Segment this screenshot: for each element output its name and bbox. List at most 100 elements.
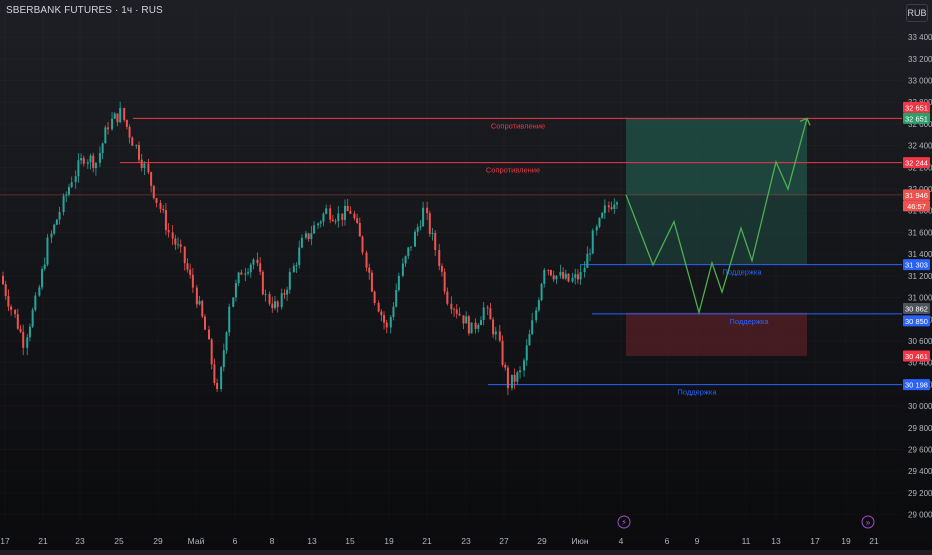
target-zone	[626, 118, 807, 195]
x-tick-label: 9	[695, 536, 700, 546]
x-tick-label: Май	[188, 536, 205, 546]
y-tick-label: 31 000	[908, 294, 932, 303]
candle-body	[280, 293, 283, 308]
candle-body	[300, 237, 303, 248]
candle-body	[392, 306, 395, 318]
candle-body	[504, 364, 507, 368]
time-axis[interactable]: 17 21 23 25 29 Май 6 8 13 15 19 21 23 27 29 Июн 4 6 9 11 13 1…	[0, 536, 879, 546]
candle-body	[128, 126, 131, 138]
candle-body	[373, 291, 376, 303]
candle-body	[261, 271, 264, 295]
y-tick-label: 31 200	[908, 272, 932, 281]
y-tick-label: 33 200	[908, 55, 932, 64]
candle-body	[446, 291, 449, 304]
tag-stop: 30 461	[905, 352, 928, 361]
candle-body	[210, 339, 213, 365]
x-tick-label: 21	[422, 536, 432, 546]
candle-body	[198, 300, 201, 305]
candle-body	[111, 118, 114, 130]
target-zone-lower	[626, 194, 807, 265]
candle-body	[55, 219, 58, 225]
candle-body	[228, 306, 231, 333]
candle-body	[525, 345, 528, 361]
candle-body	[595, 226, 598, 231]
x-tick-label: 21	[869, 536, 879, 546]
candle-body	[22, 331, 25, 348]
fast-forward-icon: »	[866, 518, 871, 527]
y-tick-label: 33 400	[908, 33, 932, 42]
candle-body	[552, 275, 555, 280]
candle-body	[404, 256, 407, 264]
candle-body	[549, 270, 552, 276]
candle-body	[601, 212, 604, 218]
candle-body	[543, 270, 546, 284]
x-tick-label: 25	[114, 536, 124, 546]
candle-body	[155, 198, 158, 203]
candle-body	[31, 309, 34, 327]
candle-body	[292, 266, 295, 273]
candle-body	[428, 213, 431, 234]
candle-body	[28, 326, 31, 338]
support-2-label: Поддержка	[729, 317, 769, 326]
candle-body	[94, 162, 97, 169]
candle-body	[443, 271, 446, 292]
candle-body	[179, 244, 182, 247]
y-tick-label: 30 600	[908, 337, 932, 346]
candle-body	[419, 226, 422, 228]
candle-body	[615, 202, 618, 205]
currency-badge[interactable]: RUB	[906, 4, 928, 22]
candle-body	[407, 247, 410, 257]
x-tick-label: 13	[307, 536, 317, 546]
candle-body	[234, 283, 237, 298]
candle-body	[486, 307, 489, 309]
candle-body	[286, 289, 289, 295]
tag-current-price: 31 946	[905, 191, 928, 200]
candle-body	[273, 301, 276, 309]
candle-body	[276, 301, 279, 308]
candle-body	[416, 227, 419, 232]
candle-body	[498, 331, 501, 341]
candle-body	[555, 275, 558, 280]
candle-body	[559, 272, 562, 276]
symbol-title[interactable]: SBERBANK FUTURES · 1ч · RUS	[6, 5, 163, 16]
candle-body	[225, 332, 228, 351]
candle-body	[86, 162, 89, 164]
candle-body	[38, 287, 41, 296]
chart-root[interactable]: Сопротивление Сопротивление Поддержка Подде…	[0, 0, 932, 550]
candle-body	[189, 269, 192, 275]
candle-body	[492, 319, 495, 335]
candle-body	[506, 367, 509, 389]
candle-body	[385, 322, 388, 328]
candle-body	[516, 372, 519, 382]
candle-body	[365, 252, 368, 268]
candle-body	[137, 145, 140, 160]
candle-body	[341, 213, 344, 220]
candle-body	[186, 263, 189, 270]
candle-body	[171, 232, 174, 239]
candle-body	[426, 207, 429, 214]
tag-countdown: 46:57	[907, 202, 926, 211]
x-tick-label: 15	[345, 536, 355, 546]
candle-body	[295, 265, 298, 267]
candle-body	[34, 295, 37, 310]
candle-body	[41, 268, 44, 288]
lightning-icon: ⚡	[621, 518, 627, 527]
price-chart[interactable]: Сопротивление Сопротивление Поддержка Подде…	[0, 0, 932, 550]
candle-body	[252, 259, 255, 265]
candle-body	[183, 246, 186, 264]
x-tick-label: 13	[771, 536, 781, 546]
x-tick-label: 8	[270, 536, 275, 546]
x-tick-label: 23	[461, 536, 471, 546]
candle-body	[583, 267, 586, 273]
candle-body	[174, 238, 177, 245]
candle-body	[579, 272, 582, 280]
candle-body	[131, 137, 134, 146]
candle-body	[237, 272, 240, 284]
y-tick-label: 30 000	[908, 402, 932, 411]
candle-body	[14, 309, 17, 315]
candle-body	[177, 244, 180, 246]
candle-body	[264, 294, 267, 295]
candle-body	[298, 247, 301, 266]
candle-body	[240, 272, 243, 275]
candle-body	[389, 317, 392, 328]
